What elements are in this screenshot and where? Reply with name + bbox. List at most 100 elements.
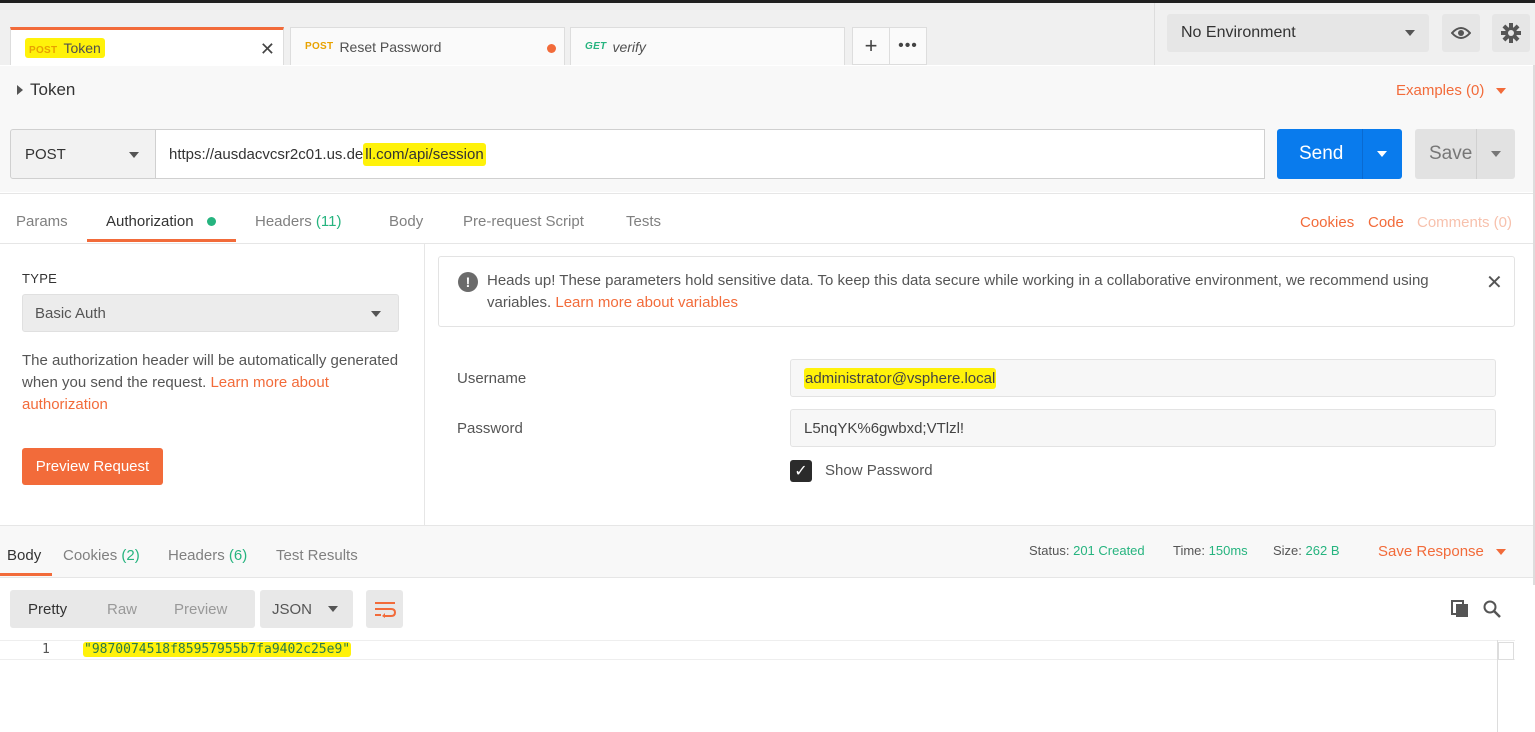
response-tab-cookies-count: (2) [121, 547, 140, 564]
username-label: Username [457, 370, 527, 387]
password-value: L5nqYK%6gwbxd;VTlzl! [804, 419, 965, 437]
request-title[interactable]: Token [30, 80, 75, 100]
status-label: Status: [1029, 543, 1070, 558]
chevron-down-icon [371, 311, 381, 317]
close-icon[interactable]: ✕ [1486, 270, 1503, 295]
tab-body[interactable]: Body [389, 213, 423, 230]
size-value: 262 B [1305, 543, 1340, 558]
response-body-value: "9870074518f85957955b7fa9402c25e9" [83, 642, 352, 657]
divider [1154, 3, 1155, 65]
tab-label: verify [612, 38, 646, 55]
show-password-checkbox[interactable]: ✓ [790, 460, 812, 482]
response-body[interactable]: "9870074518f85957955b7fa9402c25e9" [83, 642, 352, 657]
tab-prerequest-script[interactable]: Pre-request Script [463, 213, 584, 230]
url-input[interactable]: https://ausdacvcsr2c01.us.de ll.com/api/s… [155, 129, 1265, 179]
preview-request-button[interactable]: Preview Request [22, 448, 163, 485]
code-link[interactable]: Code [1368, 214, 1404, 231]
active-tab-underline [0, 573, 52, 576]
response-tab-cookies-label: Cookies [63, 547, 118, 564]
tab-label: Token [63, 39, 101, 56]
response-tab-headers-count: (6) [228, 547, 248, 564]
examples-link[interactable]: Examples (0) [1396, 82, 1484, 99]
divider [1476, 129, 1477, 179]
response-tab-body[interactable]: Body [7, 547, 41, 564]
wrap-lines-icon[interactable] [366, 590, 403, 628]
auth-help-text: The authorization header will be automat… [22, 350, 402, 416]
send-label: Send [1299, 143, 1344, 164]
chevron-down-icon [328, 606, 338, 612]
response-time: Time: 150ms [1173, 543, 1248, 558]
chevron-down-icon[interactable] [1496, 88, 1506, 94]
tab-headers[interactable]: Headers (11) [255, 213, 341, 230]
alert-link[interactable]: Learn more about variables [555, 294, 738, 311]
format-raw[interactable]: Raw [107, 601, 137, 618]
eye-icon[interactable] [1442, 14, 1480, 52]
auth-type-value: Basic Auth [35, 304, 106, 322]
chevron-down-icon [129, 152, 139, 158]
alert-text: Heads up! These parameters hold sensitiv… [487, 270, 1467, 314]
caret-right-icon[interactable] [17, 85, 23, 95]
tab-tests[interactable]: Tests [626, 213, 661, 230]
status-value: 201 Created [1073, 543, 1145, 558]
tab-headers-label: Headers [255, 213, 312, 230]
chevron-down-icon[interactable] [1491, 151, 1501, 157]
chevron-down-icon [1405, 30, 1415, 36]
scrollbar-thumb[interactable] [1498, 642, 1514, 660]
auth-type-select[interactable]: Basic Auth [22, 294, 399, 332]
url-prefix: https://ausdacvcsr2c01.us.de [169, 145, 364, 163]
tab-token[interactable]: POST Token ✕ [10, 27, 284, 65]
username-value: administrator@vsphere.local [804, 367, 997, 389]
time-label: Time: [1173, 543, 1206, 558]
auth-type-label: TYPE [22, 271, 58, 286]
status-dot-icon [207, 217, 216, 226]
tab-headers-count: (11) [315, 213, 342, 230]
response-tab-headers[interactable]: Headers (6) [168, 547, 247, 564]
tab-method: GET [585, 41, 607, 52]
cookies-link[interactable]: Cookies [1300, 214, 1354, 231]
send-button[interactable]: Send [1277, 129, 1402, 179]
gear-icon[interactable] [1492, 14, 1530, 52]
format-pretty[interactable]: Pretty [28, 601, 67, 618]
response-status: Status: 201 Created [1029, 543, 1145, 558]
environment-select[interactable]: No Environment [1167, 14, 1429, 52]
unsaved-dot-icon [547, 44, 556, 53]
chevron-down-icon[interactable] [1377, 151, 1387, 157]
more-icon[interactable]: ••• [889, 27, 927, 65]
line-number: 1 [42, 642, 50, 657]
tab-label: Reset Password [339, 38, 442, 55]
method-select[interactable]: POST [10, 129, 156, 179]
response-tab-headers-label: Headers [168, 547, 225, 564]
password-field[interactable]: L5nqYK%6gwbxd;VTlzl! [790, 409, 1496, 447]
tab-reset-password[interactable]: POST Reset Password [290, 27, 565, 65]
show-password-label[interactable]: Show Password [825, 462, 933, 479]
exclamation-icon: ! [458, 272, 478, 292]
tab-token-highlight: POST Token [25, 37, 105, 58]
response-tab-test-results[interactable]: Test Results [276, 547, 358, 564]
format-preview[interactable]: Preview [174, 601, 227, 618]
tab-authorization[interactable]: Authorization [106, 213, 194, 230]
size-label: Size: [1273, 543, 1302, 558]
tab-params[interactable]: Params [16, 213, 68, 230]
username-field[interactable]: administrator@vsphere.local [790, 359, 1496, 397]
time-value: 150ms [1208, 543, 1248, 558]
search-icon[interactable] [1483, 600, 1501, 622]
environment-value: No Environment [1181, 24, 1296, 41]
save-label: Save [1429, 143, 1473, 164]
comments-link[interactable]: Comments (0) [1417, 214, 1512, 231]
tab-method: POST [29, 44, 58, 56]
method-value: POST [25, 145, 66, 163]
active-tab-underline [87, 239, 236, 242]
divider [1362, 129, 1363, 179]
language-value: JSON [272, 600, 313, 618]
plus-icon[interactable]: + [852, 27, 890, 65]
response-tab-cookies[interactable]: Cookies (2) [63, 547, 140, 564]
copy-icon[interactable] [1451, 600, 1469, 622]
password-label: Password [457, 420, 523, 437]
save-button[interactable]: Save [1415, 129, 1515, 179]
chevron-down-icon[interactable] [1496, 549, 1506, 555]
tab-method: POST [305, 41, 334, 52]
language-select[interactable]: JSON [260, 590, 353, 628]
save-response-button[interactable]: Save Response [1378, 543, 1484, 560]
tab-verify[interactable]: GET verify [570, 27, 845, 65]
close-icon[interactable]: ✕ [260, 39, 275, 60]
